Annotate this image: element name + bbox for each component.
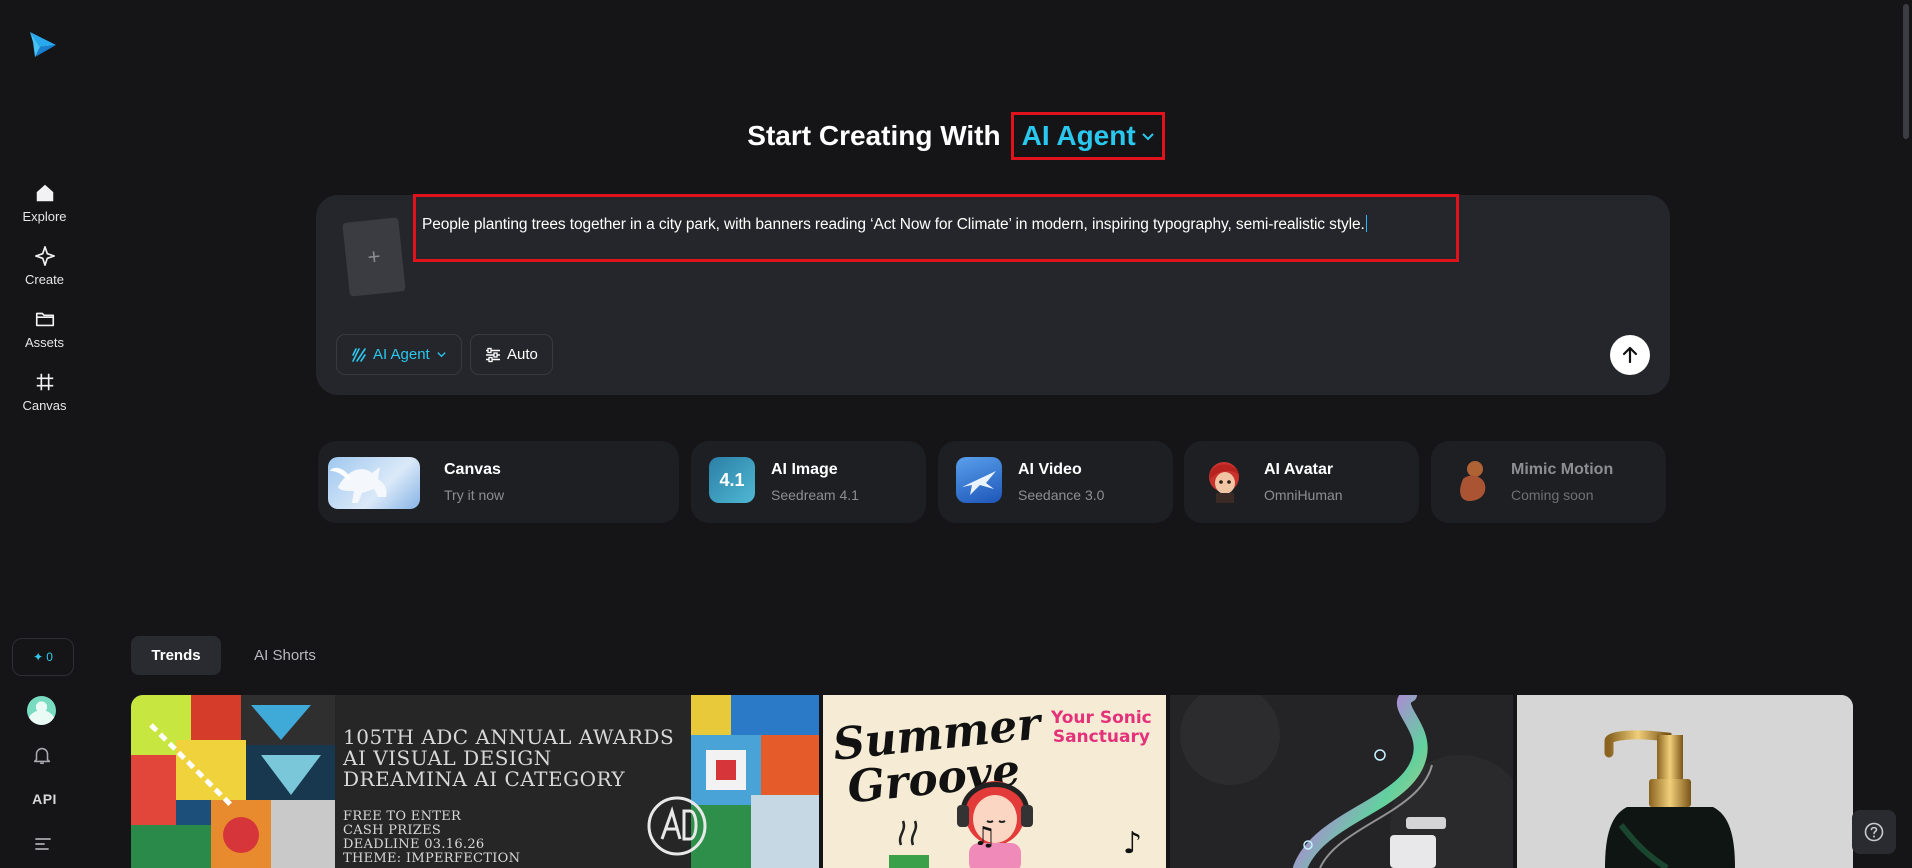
sidebar-item-label: Canvas [22,398,67,413]
sidebar-item-label: Create [24,272,65,287]
trends-gallery: 105TH ADC ANNUAL AWARDS AI VISUAL DESIGN… [131,695,1853,868]
upload-reference-button[interactable]: + [342,217,406,297]
tool-subtitle: OmniHuman [1264,487,1343,503]
tool-card-canvas[interactable]: Canvas Try it now [318,441,679,523]
sidebar-item-create[interactable]: Create [0,245,89,299]
sparkle-icon [34,246,55,266]
ai-image-thumbnail: 4.1 [709,457,755,503]
settings-label: Auto [507,346,538,363]
page-scrollbar[interactable] [1898,0,1912,868]
gallery-item-pump-bottle[interactable] [1517,695,1853,868]
avatar[interactable] [27,696,56,725]
tab-trends[interactable]: Trends [131,636,221,675]
ai-avatar-thumbnail [1202,457,1248,503]
sidebar-item-explore[interactable]: Explore [0,182,89,236]
credits-badge[interactable]: ✦ 0 [12,638,74,676]
tool-title: Mimic Motion [1511,461,1614,478]
adc-title: 105TH ADC ANNUAL AWARDS AI VISUAL DESIGN… [343,725,675,791]
prompt-composer: + People planting trees together in a ci… [316,194,1670,395]
svg-text:♪: ♪ [1123,826,1142,861]
question-icon [1864,822,1884,842]
agent-mode-icon [352,347,366,362]
prompt-input[interactable]: People planting trees together in a city… [413,194,1459,262]
help-button[interactable] [1852,810,1896,854]
arrow-up-icon [1622,346,1638,364]
text-caret [1365,215,1367,232]
tool-title: Canvas [444,461,501,478]
settings-selector[interactable]: Auto [470,334,553,375]
tool-title: AI Image [771,461,838,478]
canvas-thumbnail [328,457,420,509]
folder-icon [35,312,54,327]
tool-card-ai-image[interactable]: 4.1 AI Image Seedream 4.1 [691,441,926,523]
jet-icon [962,471,996,495]
bell-icon[interactable] [31,744,53,766]
tool-subtitle: Try it now [444,487,505,503]
plus-icon: + [366,243,382,270]
sidebar-item-label: Assets [24,335,64,350]
motion-figure-icon [1460,461,1486,501]
ai-video-thumbnail [956,457,1002,503]
chevron-down-icon [1141,133,1154,141]
credits-count: 0 [46,650,53,664]
mimic-motion-thumbnail [1449,457,1495,503]
avatar-character-icon [1209,462,1239,503]
geometric-collage-left [131,695,335,868]
menu-icon[interactable] [33,834,53,854]
page-title: Start Creating With AI Agent [0,112,1912,160]
tool-title: AI Video [1018,461,1082,478]
send-button[interactable] [1610,335,1650,375]
tool-title: AI Avatar [1264,461,1334,478]
bubble-illustration [1170,695,1513,868]
tool-card-ai-video[interactable]: AI Video Seedance 3.0 [938,441,1173,523]
api-link[interactable]: API [0,791,89,807]
sidebar-item-label: Explore [22,209,67,224]
tab-ai-shorts[interactable]: AI Shorts [240,636,330,675]
tool-subtitle: Seedance 3.0 [1018,487,1105,503]
sidebar-item-assets[interactable]: Assets [0,308,89,362]
gallery-item-summer-groove[interactable]: Summer Groove Your Sonic Sanctuary ♫ ♪ [823,695,1166,868]
paper-plane-logo[interactable] [26,28,58,60]
adc-logo [647,796,707,856]
tool-subtitle: Coming soon [1511,487,1594,503]
gallery-item-adc-awards[interactable]: 105TH ADC ANNUAL AWARDS AI VISUAL DESIGN… [131,695,819,868]
crop-icon [36,373,53,391]
summer-illustration: ♫ ♪ [889,781,1142,868]
tool-subtitle: Seedream 4.1 [771,487,859,503]
home-icon [36,184,53,202]
prompt-text: People planting trees together in a city… [422,216,1365,233]
geometric-collage-right [691,695,819,868]
gallery-item-soap-bubble[interactable] [1170,695,1513,868]
sliders-icon [486,347,500,362]
tool-card-mimic-motion: Mimic Motion Coming soon [1431,441,1666,523]
pegasus-icon [330,467,387,503]
sparkle-small-icon: ✦ [33,650,44,664]
agent-mode-selector[interactable]: AI Agent [336,334,462,375]
adc-details: FREE TO ENTER CASH PRIZES DEADLINE 03.16… [343,809,521,866]
mode-label: AI Agent [1021,120,1136,151]
agent-mode-label: AI Agent [373,346,430,363]
title-prefix: Start Creating With [747,120,1001,151]
scrollbar-thumb[interactable] [1903,4,1909,139]
mode-dropdown[interactable]: AI Agent [1010,112,1165,160]
chevron-down-icon [437,352,446,358]
model-version-badge: 4.1 [719,469,745,490]
sidebar-item-canvas[interactable]: Canvas [0,371,89,425]
svg-text:♫: ♫ [973,822,996,852]
bottle-illustration [1517,695,1853,868]
tool-card-ai-avatar[interactable]: AI Avatar OmniHuman [1184,441,1419,523]
